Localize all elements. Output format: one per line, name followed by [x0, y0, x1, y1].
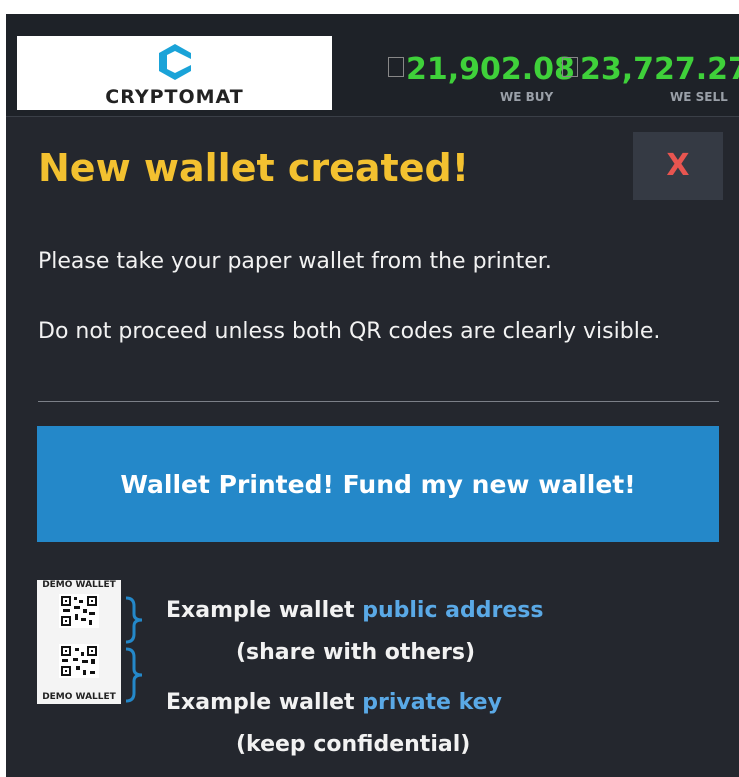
- brace-icon: [125, 596, 143, 644]
- private-caption-prefix: Example wallet: [166, 690, 363, 715]
- currency-glyph-icon: [388, 57, 404, 77]
- buy-price-label: WE BUY: [500, 90, 554, 104]
- instruction-text: Please take your paper wallet from the p…: [38, 249, 552, 274]
- top-bar: CRYPTOMAT 21,902.08 WE BUY 23,727.27 WE …: [6, 14, 739, 117]
- public-caption-prefix: Example wallet: [166, 598, 363, 623]
- public-address-caption: Example wallet public address: [166, 598, 543, 623]
- sell-price-value: 23,727.27: [580, 52, 739, 87]
- public-address-note: (share with others): [236, 640, 476, 665]
- private-key-highlight: private key: [362, 690, 502, 715]
- fund-wallet-button[interactable]: Wallet Printed! Fund my new wallet!: [37, 426, 719, 542]
- cryptomat-logo-icon: [159, 44, 191, 80]
- public-address-highlight: public address: [362, 598, 544, 623]
- paper-top-label: DEMO WALLET: [42, 580, 116, 590]
- sell-price-label: WE SELL: [670, 90, 728, 104]
- kiosk-screen: CRYPTOMAT 21,902.08 WE BUY 23,727.27 WE …: [6, 14, 739, 777]
- qr-code-icon: [59, 594, 99, 628]
- warning-text: Do not proceed unless both QR codes are …: [38, 319, 661, 344]
- currency-glyph-icon: [562, 57, 578, 77]
- buy-price: 21,902.08: [388, 52, 575, 87]
- private-key-note: (keep confidential): [236, 732, 471, 757]
- paper-wallet-image: DEMO WALLET DEMO WALLET: [37, 580, 121, 704]
- paper-bottom-label: DEMO WALLET: [42, 692, 116, 702]
- brand-name: CRYPTOMAT: [105, 86, 244, 108]
- brace-icon: [125, 647, 143, 703]
- private-key-caption: Example wallet private key: [166, 690, 502, 715]
- qr-code-icon: [59, 644, 99, 678]
- cryptomat-logo: CRYPTOMAT: [17, 36, 332, 110]
- buy-price-value: 21,902.08: [406, 52, 575, 87]
- close-button[interactable]: X: [633, 132, 723, 200]
- sell-price: 23,727.27: [562, 52, 739, 87]
- divider: [38, 401, 719, 402]
- dialog-title: New wallet created!: [38, 146, 470, 190]
